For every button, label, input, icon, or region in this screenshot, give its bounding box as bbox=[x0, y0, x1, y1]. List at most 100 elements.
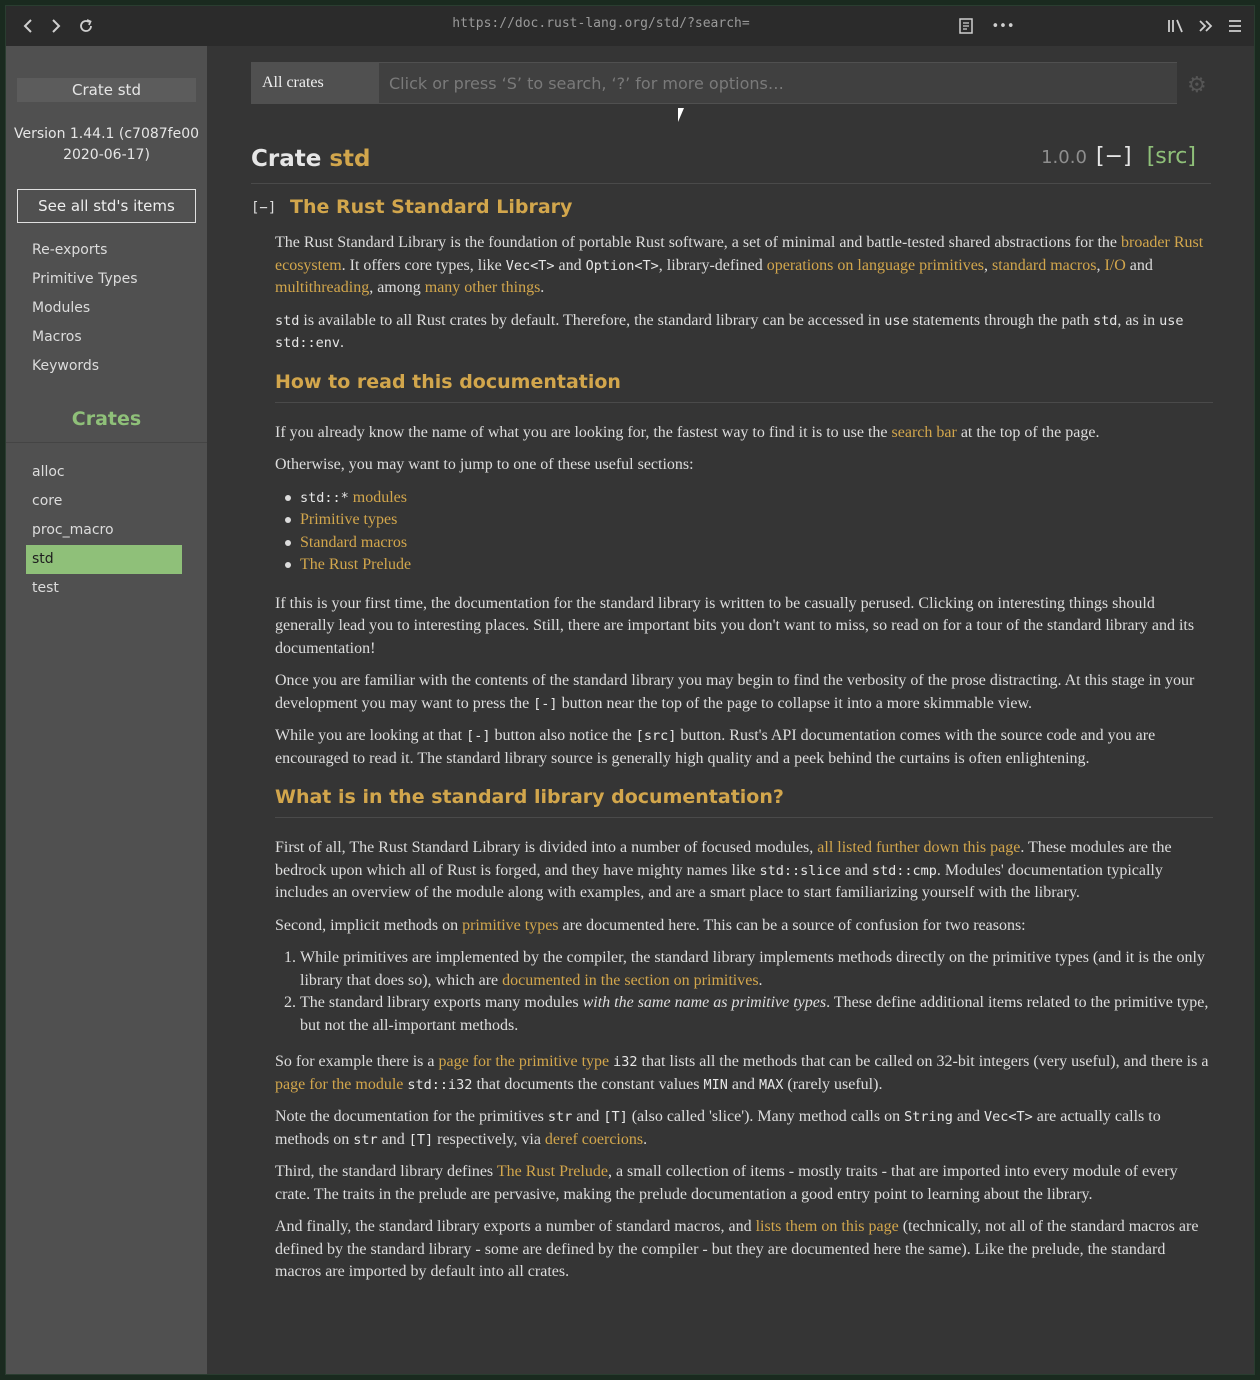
text: button also notice the bbox=[490, 727, 636, 744]
text: , bbox=[984, 256, 993, 274]
sidebar-version: Version 1.44.1 (c7087fe00 2020-06-17) bbox=[6, 124, 207, 166]
link-primitive-types[interactable]: Primitive types bbox=[300, 511, 397, 528]
crate-filter-select[interactable]: All crates bbox=[262, 74, 324, 92]
settings-gear-icon[interactable]: ⚙ bbox=[1187, 73, 1207, 98]
sidebar-item-modules[interactable]: Modules bbox=[32, 294, 192, 323]
sidebar-item-macros[interactable]: Macros bbox=[32, 323, 192, 352]
text: are documented here. This can be a sourc… bbox=[558, 916, 1026, 934]
list-item: The standard library exports many module… bbox=[300, 992, 1213, 1037]
hamburger-menu-icon[interactable] bbox=[1221, 12, 1249, 40]
url-bar[interactable]: https://doc.rust-lang.org/std/?search= bbox=[306, 16, 896, 36]
text: and bbox=[1125, 256, 1153, 274]
sidebar-crate-title[interactable]: Crate std bbox=[17, 78, 196, 102]
link-many-other-things[interactable]: many other things bbox=[425, 279, 541, 296]
text: The standard library exports many module… bbox=[300, 994, 583, 1011]
text: (rarely useful). bbox=[783, 1075, 883, 1093]
since-version: 1.0.0 bbox=[1041, 147, 1087, 168]
overflow-menu-icon[interactable] bbox=[1192, 12, 1220, 40]
paragraph-slices: Note the documentation for the primitive… bbox=[275, 1106, 1213, 1151]
back-icon[interactable] bbox=[14, 12, 42, 40]
paragraph-first-time: If this is your first time, the document… bbox=[275, 594, 1195, 657]
link-standard-macros-list[interactable]: Standard macros bbox=[300, 534, 407, 551]
text: , as in bbox=[1117, 311, 1160, 329]
code: str bbox=[353, 1131, 378, 1148]
code: std::* bbox=[300, 489, 349, 506]
docblock: The Rust Standard Library The Rust Stand… bbox=[275, 196, 1213, 1294]
page-title-name[interactable]: std bbox=[329, 146, 370, 172]
text: First of all, The Rust Standard Library … bbox=[275, 839, 818, 856]
code: std bbox=[275, 312, 300, 329]
text: and bbox=[572, 1108, 604, 1125]
link-documented-primitives[interactable]: documented in the section on primitives bbox=[502, 972, 758, 989]
text: that documents the constant values bbox=[472, 1075, 704, 1093]
link-primitive-operations[interactable]: operations on language primitives bbox=[767, 257, 984, 274]
crate-item-core[interactable]: core bbox=[26, 487, 182, 516]
link-macros-page[interactable]: lists them on this page bbox=[756, 1218, 899, 1235]
paragraph-macros: And finally, the standard library export… bbox=[275, 1216, 1213, 1284]
text: And finally, the standard library export… bbox=[275, 1218, 756, 1235]
link-module-i32[interactable]: page for the module std::i32 bbox=[275, 1076, 472, 1093]
sidebar: Crate std Version 1.44.1 (c7087fe00 2020… bbox=[6, 46, 207, 1374]
crate-item-alloc[interactable]: alloc bbox=[26, 458, 182, 487]
reload-icon[interactable] bbox=[72, 12, 100, 40]
text: respectively, via bbox=[433, 1130, 545, 1148]
useful-sections-list: std::* modules Primitive types Standard … bbox=[275, 487, 1213, 577]
code: [T] bbox=[603, 1109, 628, 1125]
browser-toolbar: https://doc.rust-lang.org/std/?search= •… bbox=[6, 6, 1254, 46]
library-icon[interactable] bbox=[1162, 12, 1190, 40]
page-title-kind: Crate bbox=[251, 146, 330, 172]
paragraph-std-default: std is available to all Rust crates by d… bbox=[275, 310, 1213, 355]
code: std bbox=[1093, 312, 1118, 329]
crates-divider bbox=[6, 442, 207, 443]
link-io[interactable]: I/O bbox=[1104, 257, 1125, 274]
text: and bbox=[554, 256, 586, 274]
link-primitive-types-inline[interactable]: primitive types bbox=[462, 917, 558, 934]
link-multithreading[interactable]: multithreading bbox=[275, 279, 369, 296]
list-item: The Rust Prelude bbox=[285, 554, 1213, 577]
heading-how-to-read: How to read this documentation bbox=[275, 371, 1213, 403]
see-all-items-button[interactable]: See all std's items bbox=[17, 189, 196, 223]
link-primitive-i32[interactable]: page for the primitive type i32 bbox=[439, 1053, 638, 1070]
text: While you are looking at that bbox=[275, 727, 467, 744]
paragraph-prelude: Third, the standard library defines The … bbox=[275, 1161, 1213, 1206]
text: Third, the standard library defines bbox=[275, 1163, 497, 1180]
text: Note the documentation for the primitive… bbox=[275, 1108, 548, 1125]
code: std::slice bbox=[759, 862, 841, 879]
text: , among bbox=[369, 279, 425, 296]
link-text: page for the primitive type bbox=[438, 1053, 614, 1070]
link-deref-coercions[interactable]: deref coercions bbox=[545, 1131, 643, 1148]
sidebar-item-re-exports[interactable]: Re-exports bbox=[32, 236, 192, 265]
sidebar-item-keywords[interactable]: Keywords bbox=[32, 352, 192, 381]
code: str bbox=[547, 1109, 573, 1125]
search-input[interactable] bbox=[379, 63, 1177, 103]
sidebar-item-primitive-types[interactable]: Primitive Types bbox=[32, 265, 192, 294]
main-content: All crates ⚙ Crate std 1.0.0 [−] [src] [… bbox=[251, 46, 1216, 1374]
crate-list: alloc core proc_macro std test bbox=[26, 458, 182, 603]
list-item: Primitive types bbox=[285, 509, 1213, 532]
link-all-listed[interactable]: all listed further down this page bbox=[817, 839, 1020, 856]
paragraph-i32-example: So for example there is a page for the p… bbox=[275, 1051, 1213, 1096]
more-actions-icon[interactable]: ••• bbox=[989, 12, 1017, 40]
link-prelude[interactable]: The Rust Prelude bbox=[497, 1163, 608, 1180]
page-title-actions: 1.0.0 [−] [src] bbox=[1041, 144, 1196, 169]
crate-item-proc-macro[interactable]: proc_macro bbox=[26, 516, 182, 545]
link-modules[interactable]: modules bbox=[349, 489, 407, 506]
link-standard-macros[interactable]: standard macros bbox=[992, 257, 1096, 274]
text: and bbox=[952, 1108, 984, 1125]
text: . bbox=[643, 1130, 648, 1148]
doc-title: The Rust Standard Library bbox=[290, 196, 573, 218]
link-rust-prelude[interactable]: The Rust Prelude bbox=[300, 556, 411, 573]
text: The Rust Standard Library is the foundat… bbox=[275, 234, 1121, 251]
collapse-all-toggle[interactable]: [−] bbox=[1096, 144, 1132, 169]
text: and bbox=[840, 861, 872, 879]
crate-item-test[interactable]: test bbox=[26, 574, 182, 603]
reader-view-icon[interactable] bbox=[952, 12, 980, 40]
code: std::cmp bbox=[871, 862, 937, 879]
code: Vec<T> bbox=[983, 1109, 1033, 1125]
collapse-doc-toggle[interactable]: [−] bbox=[251, 200, 276, 216]
crate-item-std[interactable]: std bbox=[26, 545, 182, 574]
forward-icon[interactable] bbox=[42, 12, 70, 40]
text: and bbox=[727, 1075, 759, 1093]
src-link[interactable]: [src] bbox=[1147, 144, 1196, 169]
link-search-bar[interactable]: search bar bbox=[892, 424, 957, 441]
